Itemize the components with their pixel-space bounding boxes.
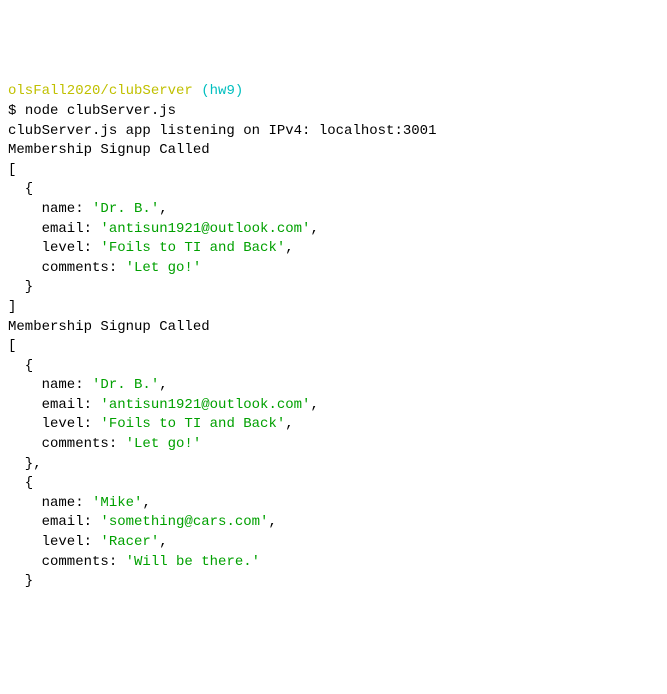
object-open: {	[8, 181, 33, 197]
field-value: 'Dr. B.'	[92, 201, 159, 217]
field-value: 'Racer'	[100, 534, 159, 550]
object-close-comma: },	[8, 456, 42, 472]
comma: ,	[268, 514, 276, 530]
field-value: 'antisun1921@outlook.com'	[100, 397, 310, 413]
prompt-path: olsFall2020/clubServer	[8, 83, 193, 99]
object-open: {	[8, 475, 33, 491]
output-line: Membership Signup Called	[8, 319, 210, 335]
array-close: ]	[8, 299, 16, 315]
comma: ,	[310, 221, 318, 237]
field-value: 'Let go!'	[126, 436, 202, 452]
comma: ,	[310, 397, 318, 413]
field-label: name:	[8, 201, 92, 217]
array-open: [	[8, 338, 16, 354]
field-value: 'Dr. B.'	[92, 377, 159, 393]
field-label: email:	[8, 221, 100, 237]
terminal-output: olsFall2020/clubServer (hw9) $ node club…	[8, 82, 659, 591]
comma: ,	[159, 377, 167, 393]
field-label: level:	[8, 240, 100, 256]
field-value: 'Let go!'	[126, 260, 202, 276]
field-value: 'Will be there.'	[126, 554, 260, 570]
field-label: comments:	[8, 554, 126, 570]
field-label: email:	[8, 397, 100, 413]
comma: ,	[285, 416, 293, 432]
field-value: 'Foils to TI and Back'	[100, 416, 285, 432]
field-value: 'Mike'	[92, 495, 142, 511]
array-open: [	[8, 162, 16, 178]
field-label: level:	[8, 534, 100, 550]
comma: ,	[159, 201, 167, 217]
comma: ,	[285, 240, 293, 256]
field-label: comments:	[8, 436, 126, 452]
field-label: level:	[8, 416, 100, 432]
comma: ,	[142, 495, 150, 511]
field-value: 'Foils to TI and Back'	[100, 240, 285, 256]
field-value: 'antisun1921@outlook.com'	[100, 221, 310, 237]
object-open: {	[8, 358, 33, 374]
field-label: name:	[8, 495, 92, 511]
field-value: 'something@cars.com'	[100, 514, 268, 530]
object-close: }	[8, 573, 33, 589]
command-input[interactable]: node clubServer.js	[25, 103, 176, 119]
prompt-branch: (hw9)	[201, 83, 243, 99]
output-line: Membership Signup Called	[8, 142, 210, 158]
field-label: comments:	[8, 260, 126, 276]
output-line: clubServer.js app listening on IPv4: loc…	[8, 123, 436, 139]
field-label: email:	[8, 514, 100, 530]
object-close: }	[8, 279, 33, 295]
comma: ,	[159, 534, 167, 550]
field-label: name:	[8, 377, 92, 393]
